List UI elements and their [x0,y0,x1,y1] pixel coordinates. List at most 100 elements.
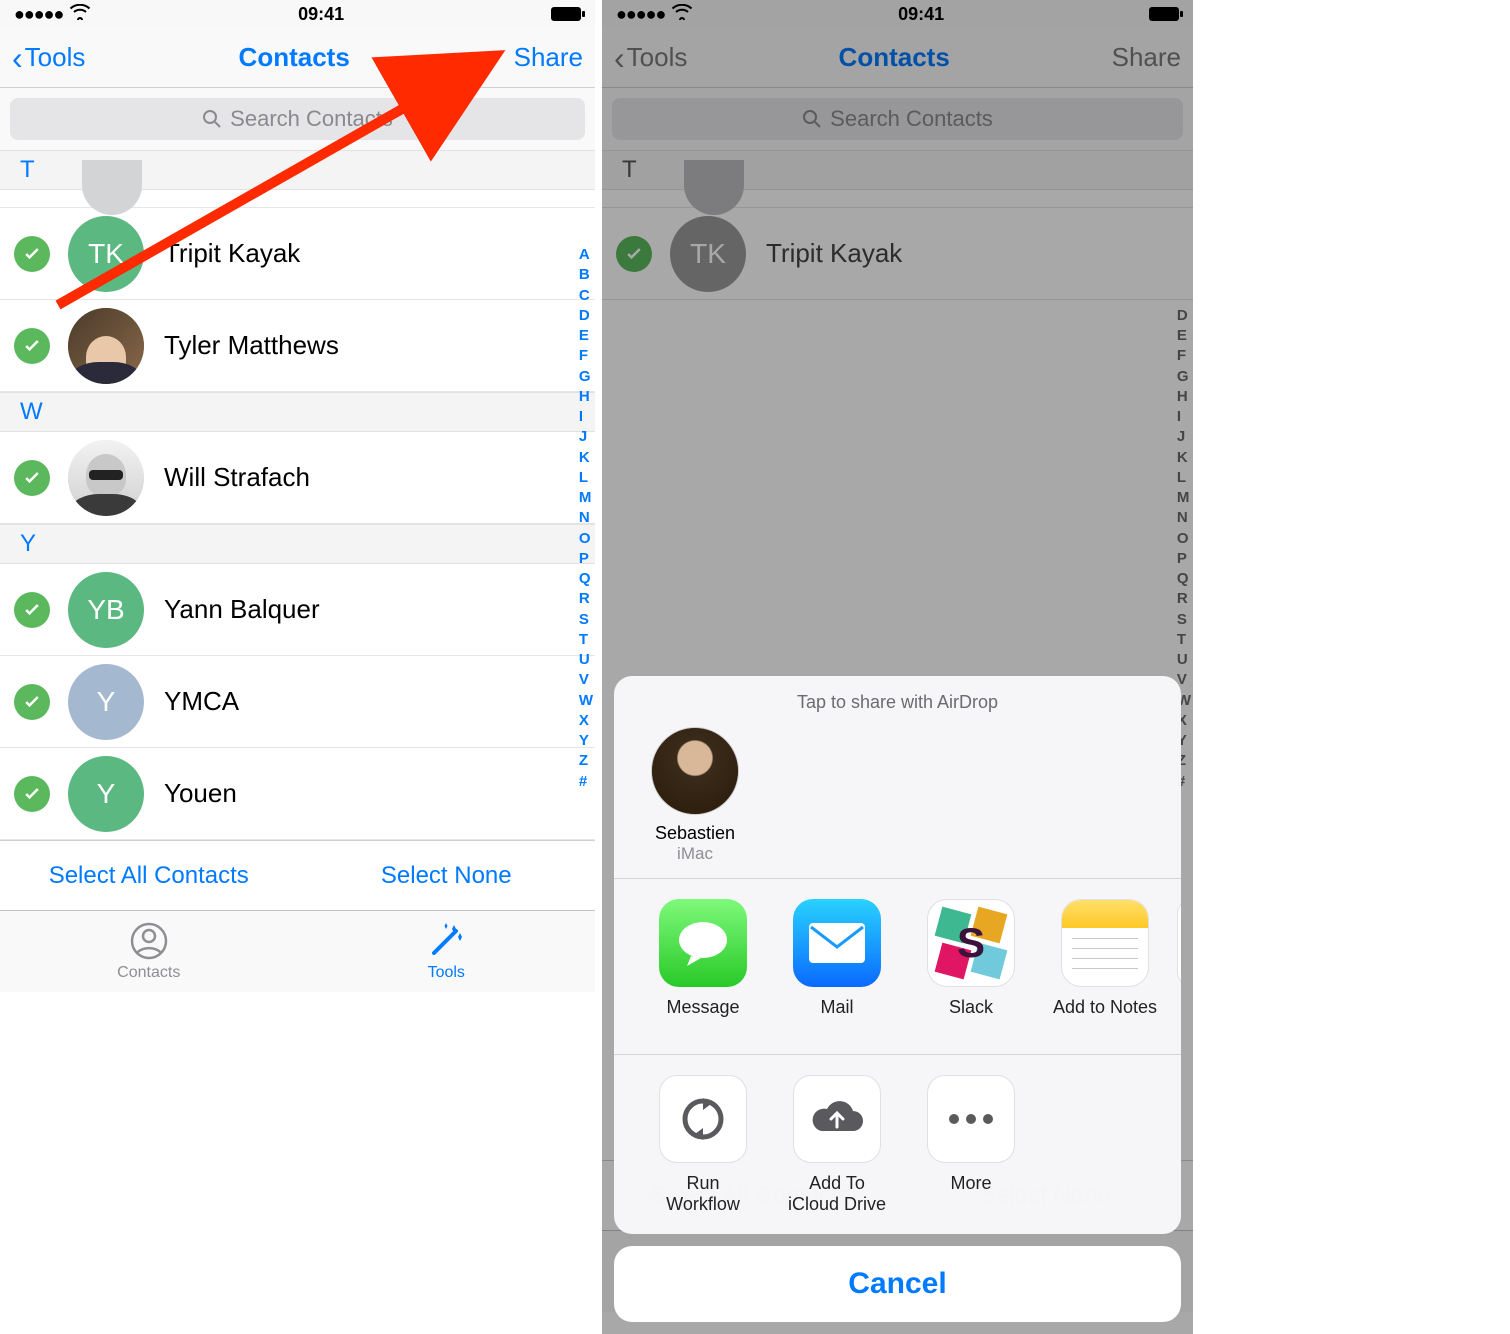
message-icon [659,899,747,987]
partial-row [0,190,595,208]
index-letter[interactable]: J [579,427,593,447]
share-app-message[interactable]: Message [636,899,770,1035]
share-app-mail[interactable]: Mail [770,899,904,1035]
index-letter[interactable]: D [579,306,593,326]
action-label: Run Workflow [666,1173,740,1216]
checkmark-icon[interactable] [14,236,50,272]
workflow-icon [659,1075,747,1163]
index-letter[interactable]: C [579,286,593,306]
search-input[interactable]: Search Contacts [10,98,585,140]
index-letter[interactable]: M [579,488,593,508]
app-label: Mail [820,997,853,1019]
contact-name: Youen [164,778,237,809]
index-letter[interactable]: Q [579,569,593,589]
mail-icon [793,899,881,987]
index-letter[interactable]: F [579,346,593,366]
section-header-y: Y [0,524,595,564]
checkmark-icon[interactable] [14,684,50,720]
index-letter[interactable]: N [579,508,593,528]
share-app-overflow[interactable]: In DJ [1172,899,1181,1035]
avatar-initials: Y [97,686,116,718]
tab-label: Contacts [117,964,180,982]
index-letter[interactable]: Z [579,751,593,771]
airdrop-target[interactable]: Sebastien iMac [640,727,750,864]
action-label: More [950,1173,991,1195]
checkmark-icon[interactable] [14,328,50,364]
contact-name: YMCA [164,686,239,717]
tab-contacts[interactable]: Contacts [0,911,298,992]
index-letter[interactable]: B [579,265,593,285]
contact-row[interactable]: YB Yann Balquer [0,564,595,656]
status-bar: ●●●●● 09:41 [0,0,595,28]
index-letter[interactable]: X [579,711,593,731]
index-letter[interactable]: H [579,387,593,407]
back-button[interactable]: ‹ Tools [12,42,85,73]
share-action-more[interactable]: More [904,1075,1038,1216]
index-letter[interactable]: I [579,407,593,427]
share-app-slack[interactable]: S Slack [904,899,1038,1035]
share-sheet: Tap to share with AirDrop Sebastien iMac [614,676,1181,1322]
status-time: 09:41 [298,4,344,25]
index-letter[interactable]: K [579,448,593,468]
share-button[interactable]: Share [503,42,583,73]
avatar: TK [68,216,144,292]
avatar: YB [68,572,144,648]
index-strip[interactable]: ABCDEFGHIJKLMNOPQRSTUVWXYZ# [579,245,593,792]
avatar-photo [68,308,144,384]
tab-tools[interactable]: Tools [298,911,596,992]
index-letter[interactable]: P [579,549,593,569]
airdrop-subtitle: iMac [677,844,713,864]
share-app-notes[interactable]: Add to Notes [1038,899,1172,1035]
wifi-icon [69,4,91,25]
app-label: Add to Notes [1053,997,1157,1019]
section-header-w: W [0,392,595,432]
index-letter[interactable]: # [579,772,593,792]
checkmark-icon[interactable] [14,592,50,628]
contact-row[interactable]: TK Tripit Kayak [0,208,595,300]
contact-name: Tyler Matthews [164,330,339,361]
select-bar: Select All Contacts Select None [0,840,595,910]
battery-icon [551,7,581,21]
slack-icon: S [927,899,1015,987]
share-action-icloud[interactable]: Add To iCloud Drive [770,1075,904,1216]
index-letter[interactable]: E [579,326,593,346]
airdrop-title: Tap to share with AirDrop [614,692,1181,713]
index-letter[interactable]: G [579,367,593,387]
overflow-icon [1177,899,1181,987]
share-apps-row: Message Mail S Slack [614,879,1181,1053]
avatar: Y [68,664,144,740]
checkmark-icon[interactable] [14,776,50,812]
index-letter[interactable]: R [579,589,593,609]
contact-row[interactable]: Y YMCA [0,656,595,748]
app-label: Message [666,997,739,1019]
back-label: Tools [25,42,86,73]
share-actions-row: Run Workflow Add To iCloud Drive More [614,1055,1181,1234]
index-letter[interactable]: O [579,529,593,549]
airdrop-name: Sebastien [655,823,735,844]
index-letter[interactable]: T [579,630,593,650]
contact-row[interactable]: Tyler Matthews [0,300,595,392]
icloud-icon [793,1075,881,1163]
action-label: Add To iCloud Drive [788,1173,886,1216]
select-all-button[interactable]: Select All Contacts [0,841,298,910]
index-letter[interactable]: S [579,610,593,630]
checkmark-icon[interactable] [14,460,50,496]
index-letter[interactable]: V [579,670,593,690]
index-letter[interactable]: L [579,468,593,488]
avatar-photo [68,440,144,516]
avatar-initials: YB [87,594,124,626]
contacts-icon [129,921,169,961]
index-letter[interactable]: U [579,650,593,670]
index-letter[interactable]: A [579,245,593,265]
screenshot-right: ●●●●● 09:41 ‹ Tools Contacts Share Searc… [602,0,1193,1334]
tab-label: Tools [428,964,465,982]
airdrop-avatar [651,727,739,815]
avatar-initials: TK [88,238,124,270]
contact-row[interactable]: Will Strafach [0,432,595,524]
index-letter[interactable]: Y [579,731,593,751]
contact-row[interactable]: Y Youen [0,748,595,840]
cancel-button[interactable]: Cancel [614,1246,1181,1322]
select-none-button[interactable]: Select None [298,841,596,910]
share-action-workflow[interactable]: Run Workflow [636,1075,770,1216]
index-letter[interactable]: W [579,691,593,711]
